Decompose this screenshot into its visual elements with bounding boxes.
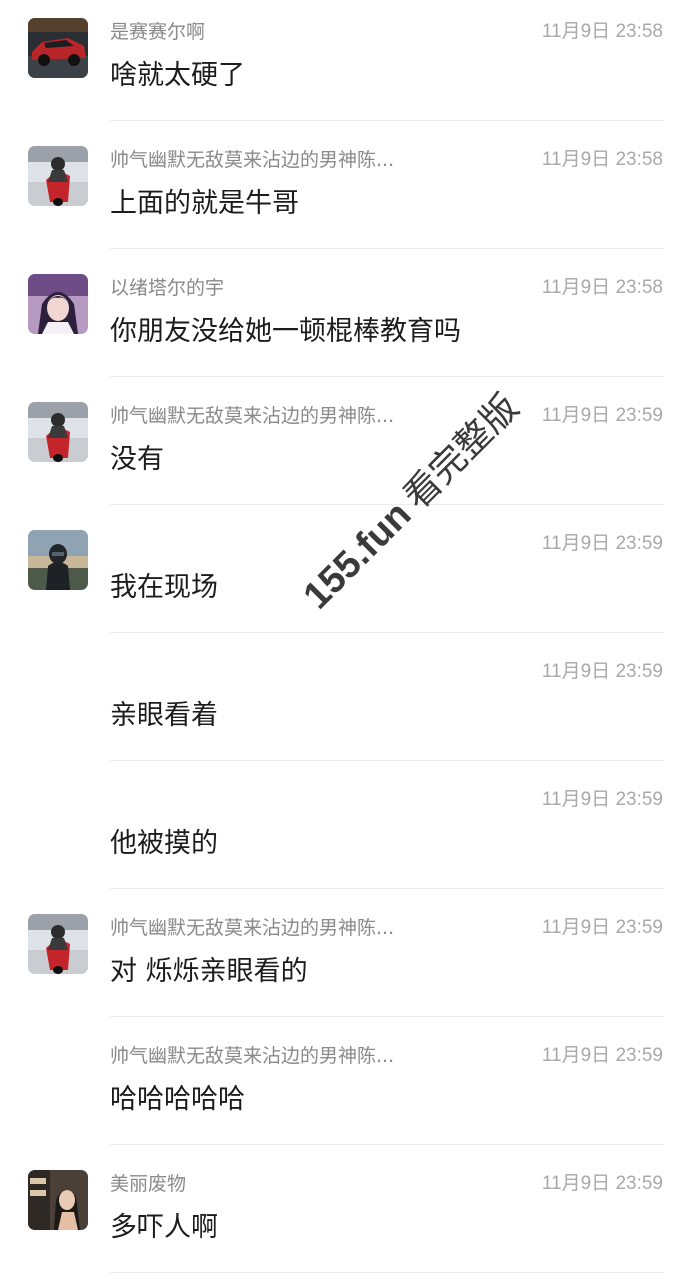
- message-text: 他被摸的: [110, 828, 218, 859]
- message-time: 11月9日 23:59: [541, 405, 663, 426]
- message-item[interactable]: 是赛赛尔啊 11月9日 23:58 啥就太硬了: [0, 0, 692, 128]
- sender-name[interactable]: [110, 658, 430, 686]
- divider: [110, 632, 663, 633]
- divider: [110, 376, 663, 377]
- message-time: 11月9日 23:59: [541, 1173, 663, 1194]
- divider: [110, 888, 663, 889]
- motorcycle-rider-icon: [28, 402, 88, 462]
- message-item[interactable]: 以绪塔尔的宇 11月9日 23:58 你朋友没给她一顿棍棒教育吗: [0, 256, 692, 384]
- message-time: 11月9日 23:59: [541, 789, 663, 810]
- message-text: 上面的就是牛哥: [110, 188, 299, 219]
- message-list: 是赛赛尔啊 11月9日 23:58 啥就太硬了 帅气幽默无敌莫来沾边的男神陈..…: [0, 0, 692, 1280]
- message-time: 11月9日 23:58: [541, 21, 663, 42]
- message-text: 亲眼看着: [110, 700, 218, 731]
- message-item[interactable]: 11月9日 23:59 他被摸的: [0, 768, 692, 896]
- message-text: 你朋友没给她一顿棍棒教育吗: [110, 316, 461, 347]
- divider: [110, 120, 663, 121]
- divider: [110, 1016, 663, 1017]
- sender-name[interactable]: [110, 786, 430, 814]
- sender-name[interactable]: [110, 530, 430, 558]
- divider: [110, 248, 663, 249]
- motorcycle-rider-icon: [28, 146, 88, 206]
- message-item[interactable]: 帅气幽默无敌莫来沾边的男神陈... 11月9日 23:59 没有: [0, 384, 692, 512]
- message-time: 11月9日 23:58: [541, 149, 663, 170]
- message-text: 哈哈哈哈哈: [110, 1084, 245, 1115]
- avatar[interactable]: [28, 18, 88, 78]
- sender-name[interactable]: 帅气幽默无敌莫来沾边的男神陈...: [110, 146, 430, 174]
- message-time: 11月9日 23:59: [541, 917, 663, 938]
- message-item[interactable]: 帅气幽默无敌莫来沾边的男神陈... 11月9日 23:59 对 烁烁亲眼看的: [0, 896, 692, 1024]
- divider: [110, 504, 663, 505]
- sender-name[interactable]: 美丽废物: [110, 1170, 430, 1198]
- avatar[interactable]: [28, 914, 88, 974]
- anime-girl-icon: [28, 274, 88, 334]
- message-text: 多吓人啊: [110, 1212, 218, 1243]
- message-time: 11月9日 23:59: [541, 661, 663, 682]
- girl-photo-icon: [28, 1170, 88, 1230]
- message-item[interactable]: 美丽废物 11月9日 23:59 多吓人啊: [0, 1152, 692, 1280]
- motorcycle-rider-icon: [28, 914, 88, 974]
- avatar[interactable]: [28, 146, 88, 206]
- message-item[interactable]: 帅气幽默无敌莫来沾边的男神陈... 11月9日 23:59 哈哈哈哈哈: [0, 1024, 692, 1152]
- message-text: 没有: [110, 444, 164, 475]
- red-sports-car-icon: [28, 18, 88, 78]
- divider: [110, 760, 663, 761]
- avatar[interactable]: [28, 274, 88, 334]
- sender-name[interactable]: 帅气幽默无敌莫来沾边的男神陈...: [110, 1042, 430, 1070]
- helmet-rider-icon: [28, 530, 88, 590]
- message-time: 11月9日 23:59: [541, 1045, 663, 1066]
- message-item[interactable]: 11月9日 23:59 我在现场: [0, 512, 692, 640]
- avatar[interactable]: [28, 1170, 88, 1230]
- message-item[interactable]: 11月9日 23:59 亲眼看着: [0, 640, 692, 768]
- divider: [110, 1144, 663, 1145]
- sender-name[interactable]: 是赛赛尔啊: [110, 18, 430, 46]
- avatar[interactable]: [28, 530, 88, 590]
- sender-name[interactable]: 以绪塔尔的宇: [110, 274, 430, 302]
- divider: [110, 1272, 663, 1273]
- message-text: 我在现场: [110, 572, 218, 603]
- sender-name[interactable]: 帅气幽默无敌莫来沾边的男神陈...: [110, 914, 430, 942]
- avatar[interactable]: [28, 402, 88, 462]
- message-text: 对 烁烁亲眼看的: [110, 956, 308, 987]
- sender-name[interactable]: 帅气幽默无敌莫来沾边的男神陈...: [110, 402, 430, 430]
- message-text: 啥就太硬了: [110, 60, 245, 91]
- message-time: 11月9日 23:59: [541, 533, 663, 554]
- message-item[interactable]: 帅气幽默无敌莫来沾边的男神陈... 11月9日 23:58 上面的就是牛哥: [0, 128, 692, 256]
- message-time: 11月9日 23:58: [541, 277, 663, 298]
